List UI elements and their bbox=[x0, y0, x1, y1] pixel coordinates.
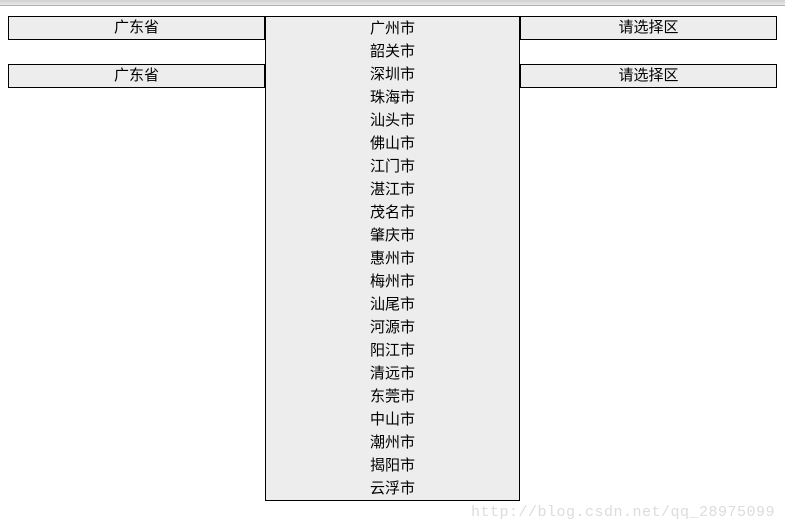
list-item[interactable]: 深圳市 bbox=[266, 63, 519, 86]
list-item[interactable]: 惠州市 bbox=[266, 247, 519, 270]
district-select-1[interactable]: 请选择区 bbox=[520, 16, 777, 40]
province-select-2-label: 广东省 bbox=[114, 67, 159, 84]
list-item[interactable]: 潮州市 bbox=[266, 431, 519, 454]
province-select-1-label: 广东省 bbox=[114, 19, 159, 36]
window-top-bar bbox=[0, 0, 785, 6]
list-item[interactable]: 东莞市 bbox=[266, 385, 519, 408]
province-select-1[interactable]: 广东省 bbox=[8, 16, 265, 40]
list-item[interactable]: 肇庆市 bbox=[266, 224, 519, 247]
list-item[interactable]: 江门市 bbox=[266, 155, 519, 178]
district-select-1-label: 请选择区 bbox=[618, 19, 678, 36]
list-item[interactable]: 河源市 bbox=[266, 316, 519, 339]
list-item[interactable]: 清远市 bbox=[266, 362, 519, 385]
list-item[interactable]: 梅州市 bbox=[266, 270, 519, 293]
list-item[interactable]: 揭阳市 bbox=[266, 454, 519, 477]
list-item[interactable]: 湛江市 bbox=[266, 178, 519, 201]
list-item[interactable]: 中山市 bbox=[266, 408, 519, 431]
list-item[interactable]: 汕头市 bbox=[266, 109, 519, 132]
list-item[interactable]: 阳江市 bbox=[266, 339, 519, 362]
district-select-2[interactable]: 请选择区 bbox=[520, 64, 777, 88]
list-item[interactable]: 韶关市 bbox=[266, 40, 519, 63]
district-select-2-label: 请选择区 bbox=[618, 67, 678, 84]
city-dropdown-list[interactable]: 广州市 韶关市 深圳市 珠海市 汕头市 佛山市 江门市 湛江市 茂名市 肇庆市 … bbox=[265, 16, 520, 501]
list-item[interactable]: 汕尾市 bbox=[266, 293, 519, 316]
watermark-text: http://blog.csdn.net/qq_28975099 bbox=[471, 504, 775, 521]
list-item[interactable]: 广州市 bbox=[266, 17, 519, 40]
list-item[interactable]: 云浮市 bbox=[266, 477, 519, 500]
province-select-2[interactable]: 广东省 bbox=[8, 64, 265, 88]
list-item[interactable]: 珠海市 bbox=[266, 86, 519, 109]
list-item[interactable]: 茂名市 bbox=[266, 201, 519, 224]
list-item[interactable]: 佛山市 bbox=[266, 132, 519, 155]
